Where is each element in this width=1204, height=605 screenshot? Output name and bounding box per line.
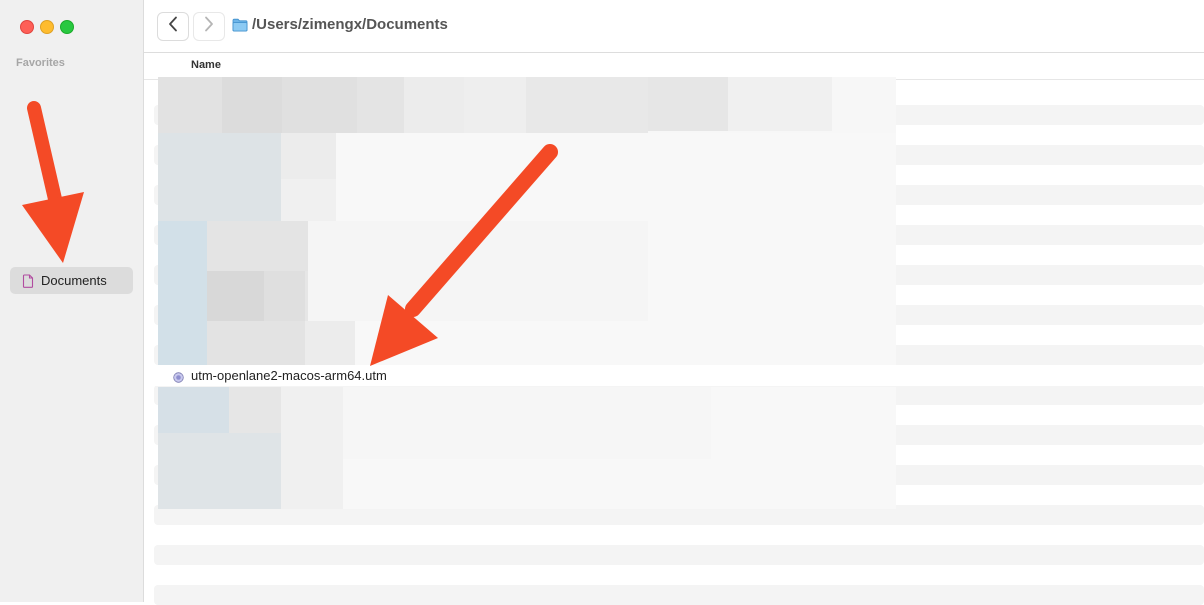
redacted-region xyxy=(158,133,896,365)
minimize-window-button[interactable] xyxy=(40,20,54,34)
redacted-region xyxy=(158,77,896,133)
folder-icon xyxy=(232,18,248,32)
sidebar-item-label: Documents xyxy=(41,273,107,288)
document-icon xyxy=(22,273,34,288)
column-header: Name xyxy=(144,53,1204,80)
close-window-button[interactable] xyxy=(20,20,34,34)
utm-file-icon xyxy=(173,370,184,383)
back-button[interactable] xyxy=(157,12,189,41)
favorites-section-label: Favorites xyxy=(16,57,65,69)
redacted-region xyxy=(158,387,896,509)
list-row[interactable] xyxy=(154,585,1204,605)
toolbar: /Users/zimengx/Documents xyxy=(144,0,1204,53)
path-breadcrumb[interactable]: /Users/zimengx/Documents xyxy=(232,16,448,33)
list-row[interactable] xyxy=(154,545,1204,565)
current-path: /Users/zimengx/Documents xyxy=(252,16,448,33)
chevron-left-icon xyxy=(168,16,178,37)
sidebar: Favorites Documents xyxy=(0,0,144,602)
name-column-header[interactable]: Name xyxy=(191,59,221,71)
list-item[interactable]: utm-openlane2-macos-arm64.utm xyxy=(154,365,1204,386)
forward-button[interactable] xyxy=(193,12,225,41)
chevron-right-icon xyxy=(204,16,214,37)
zoom-window-button[interactable] xyxy=(60,20,74,34)
sidebar-item-documents[interactable]: Documents xyxy=(10,267,133,294)
file-name: utm-openlane2-macos-arm64.utm xyxy=(191,368,387,383)
